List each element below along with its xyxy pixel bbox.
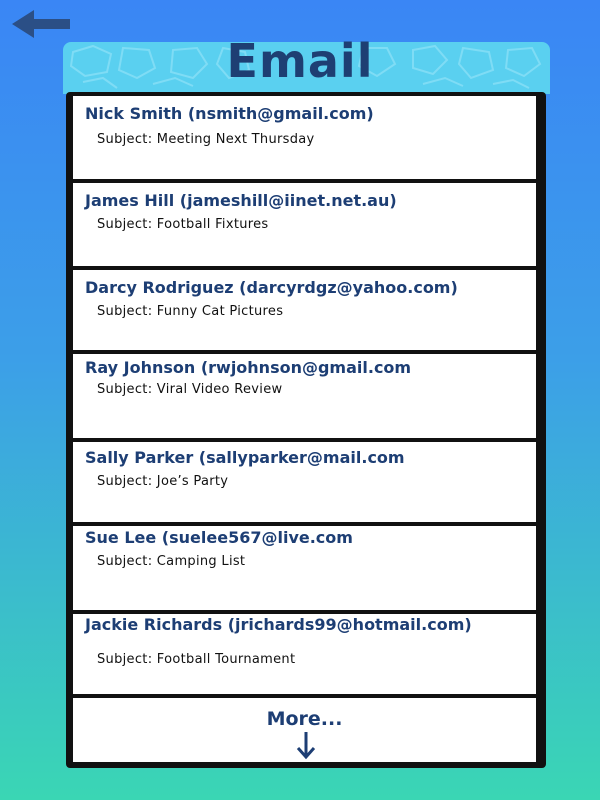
email-sender: James Hill (jameshill@iinet.net.au) bbox=[85, 191, 397, 210]
email-subject: Subject: Camping List bbox=[97, 554, 246, 569]
email-item[interactable]: Sally Parker (sallyparker@mail.com Subje… bbox=[71, 442, 538, 522]
email-sender: Jackie Richards (jrichards99@hotmail.com… bbox=[85, 615, 472, 634]
email-subject: Subject: Funny Cat Pictures bbox=[97, 304, 284, 319]
email-subject: Subject: Viral Video Review bbox=[97, 382, 283, 397]
email-sender: Nick Smith (nsmith@gmail.com) bbox=[85, 104, 374, 123]
email-subject: Subject: Meeting Next Thursday bbox=[97, 132, 315, 147]
email-item[interactable]: Nick Smith (nsmith@gmail.com) Subject: M… bbox=[71, 96, 538, 179]
email-list: Nick Smith (nsmith@gmail.com) Subject: M… bbox=[66, 92, 546, 768]
email-item[interactable]: James Hill (jameshill@iinet.net.au) Subj… bbox=[71, 183, 538, 266]
email-subject: Subject: Football Fixtures bbox=[97, 217, 269, 232]
email-subject: Subject: Joe’s Party bbox=[97, 474, 229, 489]
email-sender: Sally Parker (sallyparker@mail.com bbox=[85, 448, 405, 467]
email-sender: Ray Johnson (rwjohnson@gmail.com bbox=[85, 358, 412, 377]
more-button[interactable]: More... bbox=[71, 698, 538, 762]
email-item[interactable]: Ray Johnson (rwjohnson@gmail.com Subject… bbox=[71, 354, 538, 438]
page-title: Email bbox=[226, 34, 374, 88]
email-item[interactable]: Sue Lee (suelee567@live.com Subject: Cam… bbox=[71, 526, 538, 610]
email-sender: Darcy Rodriguez (darcyrdgz@yahoo.com) bbox=[85, 278, 458, 297]
more-label: More... bbox=[266, 708, 343, 730]
email-item[interactable]: Jackie Richards (jrichards99@hotmail.com… bbox=[71, 614, 538, 694]
email-item[interactable]: Darcy Rodriguez (darcyrdgz@yahoo.com) Su… bbox=[71, 270, 538, 350]
email-sender: Sue Lee (suelee567@live.com bbox=[85, 528, 353, 547]
email-subject: Subject: Football Tournament bbox=[97, 652, 296, 667]
arrow-down-icon bbox=[296, 732, 316, 760]
